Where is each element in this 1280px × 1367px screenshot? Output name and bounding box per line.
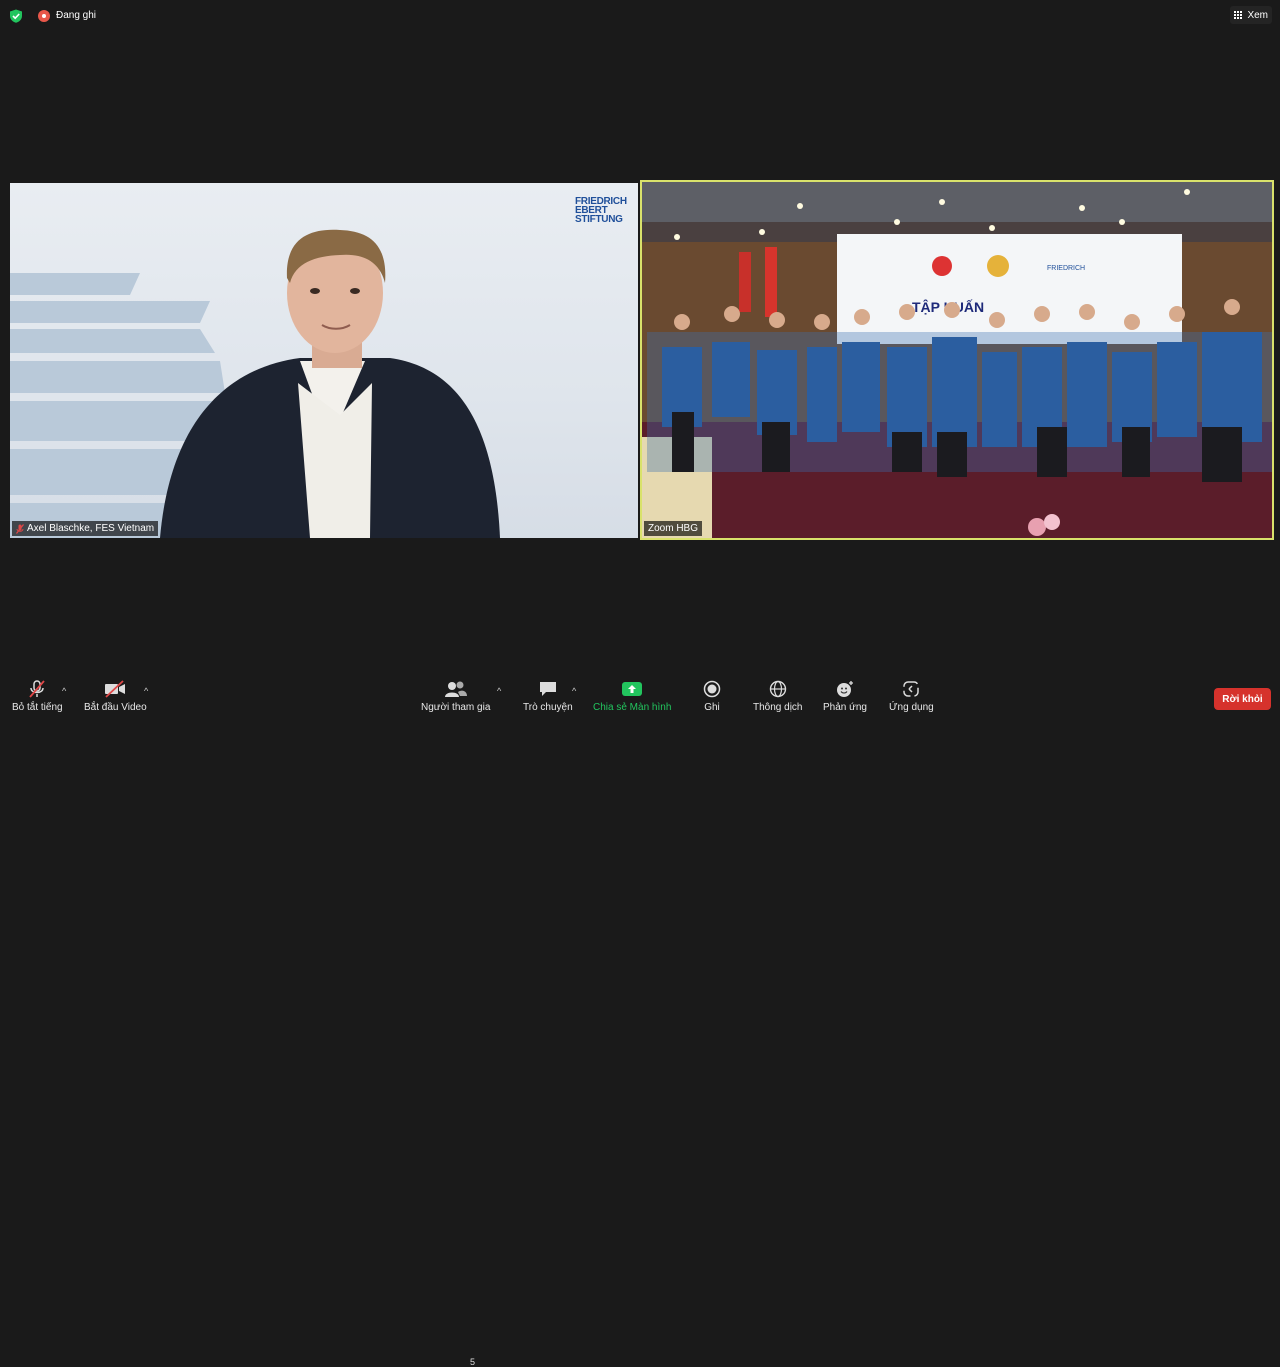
chat-icon [539,682,556,696]
record-label: Ghi [704,702,720,713]
apps-button[interactable]: Ứng dụng [889,680,934,713]
apps-icon [903,681,920,697]
participants-button[interactable]: Người tham gia [421,680,490,713]
smiley-plus-icon [836,681,853,697]
share-screen-label: Chia sẻ Màn hình [593,702,672,713]
participants-caret-icon[interactable]: ^ [497,686,501,696]
globe-icon [769,680,786,698]
muted-mic-icon [16,523,24,534]
view-label: Xem [1247,9,1268,21]
audio-options-caret-icon[interactable]: ^ [62,686,66,696]
participant-name-tag: Axel Blaschke, FES Vietnam [12,521,159,536]
svg-text:FRIEDRICH: FRIEDRICH [1047,265,1085,272]
record-icon [703,680,721,698]
interpretation-label: Thông dịch [753,702,803,713]
video-frame [10,229,500,538]
participants-count: 5 [470,1357,476,1367]
chat-caret-icon[interactable]: ^ [572,686,576,696]
record-button[interactable]: Ghi [703,680,721,713]
muted-mic-icon [29,680,45,698]
fes-logo: FRIEDRICH EBERT STIFTUNG [575,196,627,225]
start-video-button[interactable]: Bắt đầu Video [84,680,147,713]
grid-view-icon [1234,10,1243,20]
participant-video-tile-active[interactable]: FRIEDRICH TẬP HUẤN Zoom HBG [640,180,1274,540]
recording-label: Đang ghi [56,10,97,21]
unmute-label: Bỏ tắt tiếng [12,702,63,713]
unmute-button[interactable]: Bỏ tắt tiếng [12,680,63,713]
leave-meeting-button[interactable]: Rời khỏi [1214,688,1271,710]
video-options-caret-icon[interactable]: ^ [144,686,148,696]
participant-name-tag: Zoom HBG [644,521,703,536]
video-off-icon [105,680,126,698]
participant-name: Axel Blaschke, FES Vietnam [27,523,155,534]
reactions-label: Phản ứng [823,702,867,713]
apps-label: Ứng dụng [889,702,934,713]
interpretation-button[interactable]: Thông dịch [753,680,802,713]
share-screen-icon [622,682,643,696]
video-frame: FRIEDRICH TẬP HUẤN [642,182,1272,538]
participant-name: Zoom HBG [648,523,699,534]
top-bar: Đang ghi Xem [0,0,1280,32]
security-shield-icon[interactable] [9,9,23,23]
meeting-toolbar: Bỏ tắt tiếng ^ Bắt đầu Video ^ Người tha… [0,672,1280,1367]
start-video-label: Bắt đầu Video [84,702,147,713]
view-button[interactable]: Xem [1230,6,1272,24]
participant-video-tile[interactable]: FRIEDRICH EBERT STIFTUNG Axel Blaschke, … [10,183,638,538]
reactions-button[interactable]: Phản ứng [823,680,867,713]
chat-button[interactable]: Trò chuyện [523,680,573,713]
participants-icon [444,681,467,697]
participants-label: Người tham gia [421,702,491,713]
chat-label: Trò chuyện [523,702,573,713]
share-screen-button[interactable]: Chia sẻ Màn hình [593,680,671,713]
recording-icon[interactable] [38,10,50,22]
